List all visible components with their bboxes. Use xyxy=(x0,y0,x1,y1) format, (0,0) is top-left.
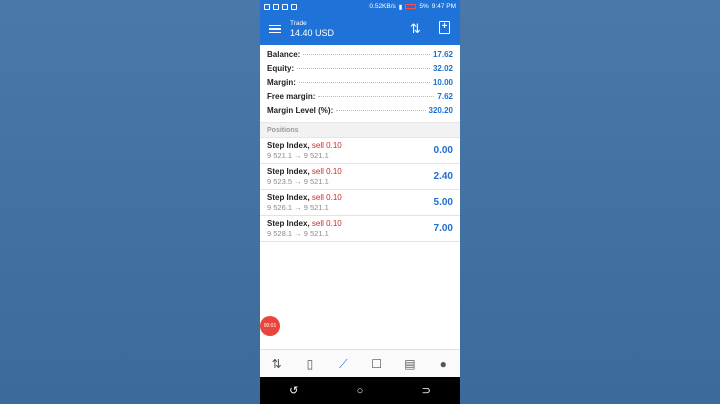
position-prices: 9 526.1 → 9 521.1 xyxy=(267,203,460,213)
leader-dots xyxy=(303,54,430,55)
summary-row-margin-level: Margin Level (%): 320.20 xyxy=(267,106,453,120)
position-title: Step Index, sell 0.10 xyxy=(267,138,460,151)
arrow-icon: → xyxy=(294,203,302,212)
toolbar-title: Trade 14.40 USD xyxy=(290,20,334,39)
status-bar: 0.52KB/s ▮ 5% 9:47 PM xyxy=(260,0,460,13)
bottom-navigation: ⇅ ▯ ⟋ ☐ ▤ ● xyxy=(260,349,460,378)
open-price: 9 521.1 xyxy=(267,151,293,160)
leader-dots xyxy=(318,96,435,97)
summary-row-balance: Balance: 17.62 xyxy=(267,50,453,64)
file-icon xyxy=(282,3,288,10)
summary-label: Balance: xyxy=(267,50,301,59)
position-row[interactable]: Step Index, sell 0.10 9 523.5 → 9 521.1 … xyxy=(260,164,460,190)
warning-icon xyxy=(264,3,270,10)
position-symbol: Step Index, xyxy=(267,219,310,228)
position-profit: 0.00 xyxy=(433,145,453,156)
open-price: 9 526.1 xyxy=(267,203,293,212)
chat-icon[interactable]: ● xyxy=(431,357,455,371)
position-row[interactable]: Step Index, sell 0.10 9 528.1 → 9 521.1 … xyxy=(260,216,460,242)
status-icons-left xyxy=(264,3,297,10)
position-side: sell 0.10 xyxy=(311,193,342,202)
sort-icon[interactable]: ⇅ xyxy=(410,21,421,37)
menu-icon[interactable] xyxy=(269,24,281,34)
home-icon[interactable]: ○ xyxy=(357,385,364,397)
position-profit: 5.00 xyxy=(433,197,453,208)
new-order-icon[interactable]: + xyxy=(439,21,450,34)
open-price: 9 528.1 xyxy=(267,229,293,238)
page-title: Trade xyxy=(290,19,307,27)
summary-value: 10.00 xyxy=(432,78,453,87)
position-row[interactable]: Step Index, sell 0.10 9 521.1 → 9 521.1 … xyxy=(260,138,460,164)
floating-profit: 14.40 USD xyxy=(290,27,335,38)
phone-screen: 0.52KB/s ▮ 5% 9:47 PM Trade 14.40 USD ⇅ … xyxy=(260,0,460,404)
quotes-icon[interactable]: ⇅ xyxy=(265,357,289,371)
position-profit: 7.00 xyxy=(433,223,453,234)
left-background xyxy=(0,0,260,404)
notification-icon xyxy=(273,3,279,10)
summary-row-equity: Equity: 32.02 xyxy=(267,64,453,78)
position-title: Step Index, sell 0.10 xyxy=(267,216,460,229)
position-prices: 9 523.5 → 9 521.1 xyxy=(267,177,460,187)
leader-dots xyxy=(298,82,430,83)
summary-value: 320.20 xyxy=(428,106,453,115)
position-title: Step Index, sell 0.10 xyxy=(267,164,460,177)
position-title: Step Index, sell 0.10 xyxy=(267,190,460,203)
leader-dots xyxy=(297,68,430,69)
system-navigation-bar: ↺ ○ ⊃ xyxy=(260,377,460,404)
summary-value: 32.02 xyxy=(432,64,453,73)
current-price: 9 521.1 xyxy=(303,151,329,160)
account-summary: Balance: 17.62 Equity: 32.02 Margin: 10.… xyxy=(260,45,460,122)
trade-icon[interactable]: ⟋ xyxy=(331,357,355,372)
summary-value: 7.62 xyxy=(437,92,453,101)
app-toolbar: Trade 14.40 USD ⇅ + xyxy=(260,13,460,45)
position-symbol: Step Index, xyxy=(267,167,310,176)
position-side: sell 0.10 xyxy=(311,141,342,150)
position-row[interactable]: Step Index, sell 0.10 9 526.1 → 9 521.1 … xyxy=(260,190,460,216)
position-prices: 9 528.1 → 9 521.1 xyxy=(267,229,460,239)
position-profit: 2.40 xyxy=(433,171,453,182)
network-speed: 0.52KB/s xyxy=(369,3,396,10)
leader-dots xyxy=(336,110,426,111)
open-price: 9 523.5 xyxy=(267,177,293,186)
arrow-icon: → xyxy=(294,177,302,186)
summary-value: 17.62 xyxy=(432,50,453,59)
summary-label: Margin: xyxy=(267,78,296,87)
news-icon[interactable]: ▤ xyxy=(398,357,422,371)
right-background xyxy=(460,0,720,404)
summary-row-margin: Margin: 10.00 xyxy=(267,78,453,92)
battery-icon xyxy=(405,4,417,9)
recents-icon[interactable]: ⊃ xyxy=(422,384,431,397)
position-symbol: Step Index, xyxy=(267,193,310,202)
summary-label: Free margin: xyxy=(267,92,316,101)
signal-icon: ▮ xyxy=(398,3,403,11)
position-prices: 9 521.1 → 9 521.1 xyxy=(267,151,460,161)
status-icons-right: 0.52KB/s ▮ 5% 9:47 PM xyxy=(369,3,456,11)
current-price: 9 521.1 xyxy=(303,203,329,212)
clock: 9:47 PM xyxy=(431,3,456,10)
summary-label: Margin Level (%): xyxy=(267,106,334,115)
arrow-icon: → xyxy=(294,151,302,160)
arrow-icon: → xyxy=(294,229,302,238)
position-symbol: Step Index, xyxy=(267,141,310,150)
current-price: 9 521.1 xyxy=(303,177,329,186)
battery-level: 5% xyxy=(419,3,429,10)
shield-icon xyxy=(291,3,297,10)
positions-header: Positions xyxy=(260,122,460,138)
summary-row-free-margin: Free margin: 7.62 xyxy=(267,92,453,106)
inbox-icon[interactable]: ☐ xyxy=(365,357,389,371)
current-price: 9 521.1 xyxy=(303,229,329,238)
summary-label: Equity: xyxy=(267,64,295,73)
candlestick-icon[interactable]: ▯ xyxy=(298,357,322,371)
screen-record-indicator[interactable]: 00:01 xyxy=(260,316,280,336)
position-side: sell 0.10 xyxy=(311,167,342,176)
back-icon[interactable]: ↺ xyxy=(289,384,298,397)
position-side: sell 0.10 xyxy=(311,219,342,228)
